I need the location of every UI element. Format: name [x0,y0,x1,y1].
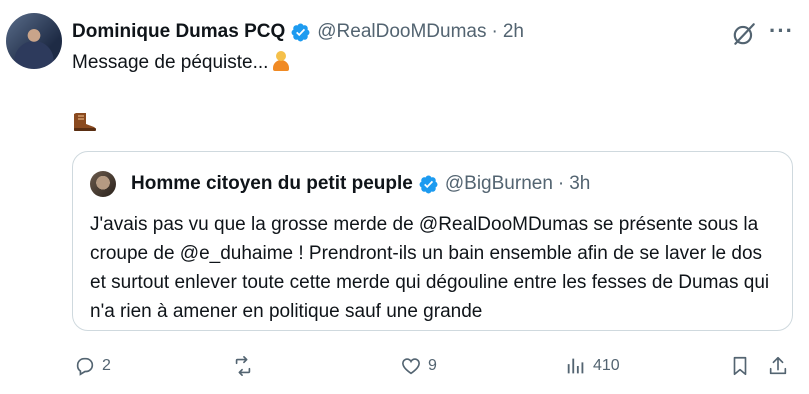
like-count: 9 [428,357,437,374]
post-text: Message de péquiste... [72,52,269,73]
verified-badge-icon [419,175,438,193]
separator-dot: · [557,173,565,194]
quoted-author-avatar [90,171,116,197]
grok-icon[interactable] [731,21,757,47]
quoted-post-time: 3h [569,173,591,194]
reply-count: 2 [102,357,111,374]
quoted-author-name: Homme citoyen du petit peuple [131,173,413,194]
share-icon [769,356,787,375]
views-button[interactable]: 410 [565,352,620,380]
verified-badge-icon [291,23,310,41]
repost-button[interactable] [232,352,254,380]
views-icon [567,358,584,374]
author-avatar[interactable] [6,13,62,69]
quoted-post-header: Homme citoyen du petit peuple @BigBurnen… [131,170,590,198]
author-handle[interactable]: @RealDooMDumas [317,21,486,43]
separator-dot: · [491,21,498,42]
person-emoji-icon [273,51,290,71]
share-button[interactable] [767,352,789,380]
like-button[interactable]: 9 [400,352,437,380]
post-text-line: Message de péquiste... [72,50,290,76]
boot-emoji-icon [74,113,96,131]
post-header: Dominique Dumas PCQ @RealDooMDumas · 2h [72,18,524,46]
repost-icon [235,356,251,376]
post-time[interactable]: 2h [503,21,524,43]
more-icon[interactable]: ··· [769,18,794,44]
quoted-post-text: J'avais pas vu que la grosse merde de @R… [90,214,770,322]
heart-icon [402,358,420,375]
action-bar: 2 9 410 [0,352,809,380]
bookmark-icon [733,356,747,376]
author-name[interactable]: Dominique Dumas PCQ [72,21,285,43]
bookmark-button[interactable] [729,352,751,380]
reply-icon [76,357,94,376]
reply-button[interactable]: 2 [74,352,111,380]
views-count: 410 [593,357,620,374]
quoted-post[interactable]: Homme citoyen du petit peuple @BigBurnen… [72,151,793,331]
quoted-author-handle: @BigBurnen [444,173,553,194]
